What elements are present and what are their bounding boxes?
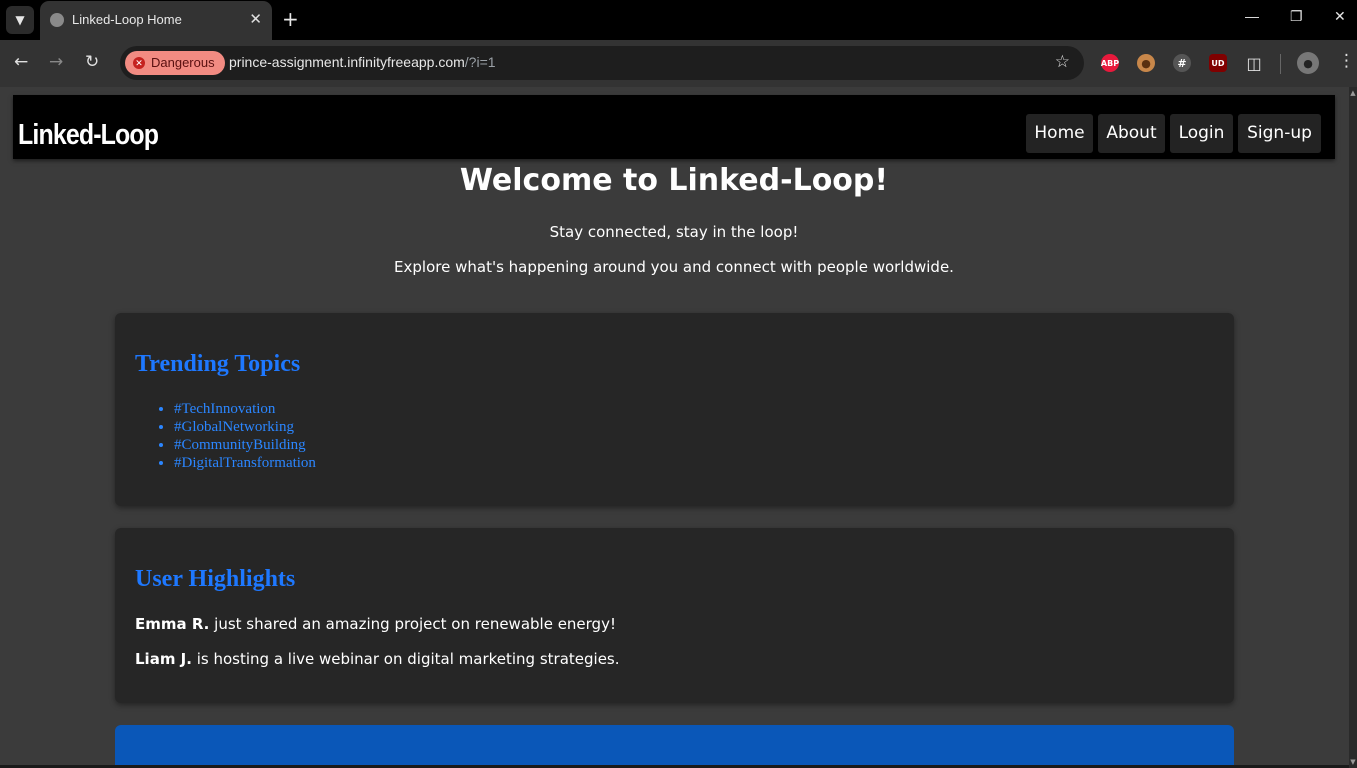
trending-topic[interactable]: #DigitalTransformation (174, 454, 316, 472)
scroll-down-icon[interactable]: ▼ (1349, 758, 1357, 766)
adblock-label: ABP (1100, 58, 1120, 68)
trending-list: #TechInnovation #GlobalNetworking #Commu… (174, 400, 316, 472)
highlight-text: just shared an amazing project on renewa… (209, 615, 616, 633)
nav-signup[interactable]: Sign-up (1238, 114, 1321, 153)
window-close-icon[interactable]: ✕ (1334, 8, 1346, 25)
trending-topic[interactable]: #CommunityBuilding (174, 436, 316, 454)
close-icon[interactable]: ✕ (249, 10, 262, 28)
highlight-item: Liam J. is hosting a live webinar on dig… (135, 650, 620, 668)
restore-icon[interactable]: ❐ (1290, 8, 1303, 25)
blue-card (115, 725, 1234, 768)
ublock-label: UD (1211, 58, 1225, 68)
tab-strip: ▼ Linked-Loop Home ✕ + — ❐ ✕ (0, 0, 1357, 40)
url-text: prince-assignment.infinityfreeapp.com/?i… (229, 54, 496, 70)
hash-icon[interactable]: # (1173, 54, 1191, 72)
browser-tab[interactable]: Linked-Loop Home ✕ (40, 1, 272, 40)
highlights-title: User Highlights (135, 566, 296, 592)
puzzle-icon[interactable]: ◫ (1245, 54, 1263, 73)
trending-topic[interactable]: #GlobalNetworking (174, 418, 316, 436)
forward-icon[interactable]: → (49, 52, 63, 72)
highlight-text: is hosting a live webinar on digital mar… (191, 650, 620, 668)
highlight-user: Emma R. (135, 615, 210, 633)
web-page: Linked-Loop Home About Login Sign-up Wel… (0, 87, 1357, 768)
profile-avatar-icon[interactable]: ● (1297, 52, 1319, 74)
tab-title: Linked-Loop Home (72, 12, 182, 27)
chevron-down-icon: ▼ (15, 13, 25, 27)
nav-home[interactable]: Home (1026, 114, 1093, 153)
trending-title: Trending Topics (135, 351, 301, 377)
bookmark-star-icon[interactable]: ☆ (1055, 52, 1070, 72)
trending-card: Trending Topics #TechInnovation #GlobalN… (115, 313, 1234, 506)
cookie-icon[interactable]: ● (1137, 54, 1155, 72)
url-query: /?i=1 (464, 54, 496, 70)
menu-kebab-icon[interactable]: ⋮ (1338, 51, 1355, 71)
security-badge[interactable]: ✕ Dangerous (125, 51, 225, 75)
highlight-user: Liam J. (135, 650, 192, 668)
site-logo[interactable]: Linked-Loop (18, 119, 159, 152)
toolbar-separator (1280, 54, 1281, 74)
reload-icon[interactable]: ↻ (85, 52, 99, 72)
minimize-icon[interactable]: — (1245, 8, 1259, 24)
new-tab-button[interactable]: + (282, 7, 299, 31)
page-title: Welcome to Linked-Loop! (459, 163, 889, 198)
browser-toolbar: ← → ↻ ✕ Dangerous prince-assignment.infi… (0, 40, 1357, 87)
site-header: Linked-Loop Home About Login Sign-up (13, 95, 1335, 159)
danger-icon: ✕ (133, 57, 145, 69)
highlights-card: User Highlights Emma R. just shared an a… (115, 528, 1234, 703)
url-host: prince-assignment.infinityfreeapp.com (229, 54, 465, 70)
nav-login[interactable]: Login (1170, 114, 1233, 153)
tagline: Stay connected, stay in the loop! (549, 223, 799, 241)
scroll-up-icon[interactable]: ▲ (1349, 89, 1357, 97)
security-label: Dangerous (151, 55, 215, 70)
intro-text: Explore what's happening around you and … (394, 258, 954, 276)
back-icon[interactable]: ← (14, 52, 28, 72)
nav-about[interactable]: About (1098, 114, 1165, 153)
scrollbar[interactable]: ▲ ▼ (1349, 87, 1357, 768)
highlight-item: Emma R. just shared an amazing project o… (135, 615, 616, 633)
globe-icon (50, 13, 64, 27)
ublock-icon[interactable]: UD (1209, 54, 1227, 72)
trending-topic[interactable]: #TechInnovation (174, 400, 316, 418)
address-bar[interactable]: ✕ Dangerous prince-assignment.infinityfr… (120, 46, 1084, 80)
adblock-icon[interactable]: ABP (1101, 54, 1119, 72)
tab-search-button[interactable]: ▼ (6, 6, 34, 34)
